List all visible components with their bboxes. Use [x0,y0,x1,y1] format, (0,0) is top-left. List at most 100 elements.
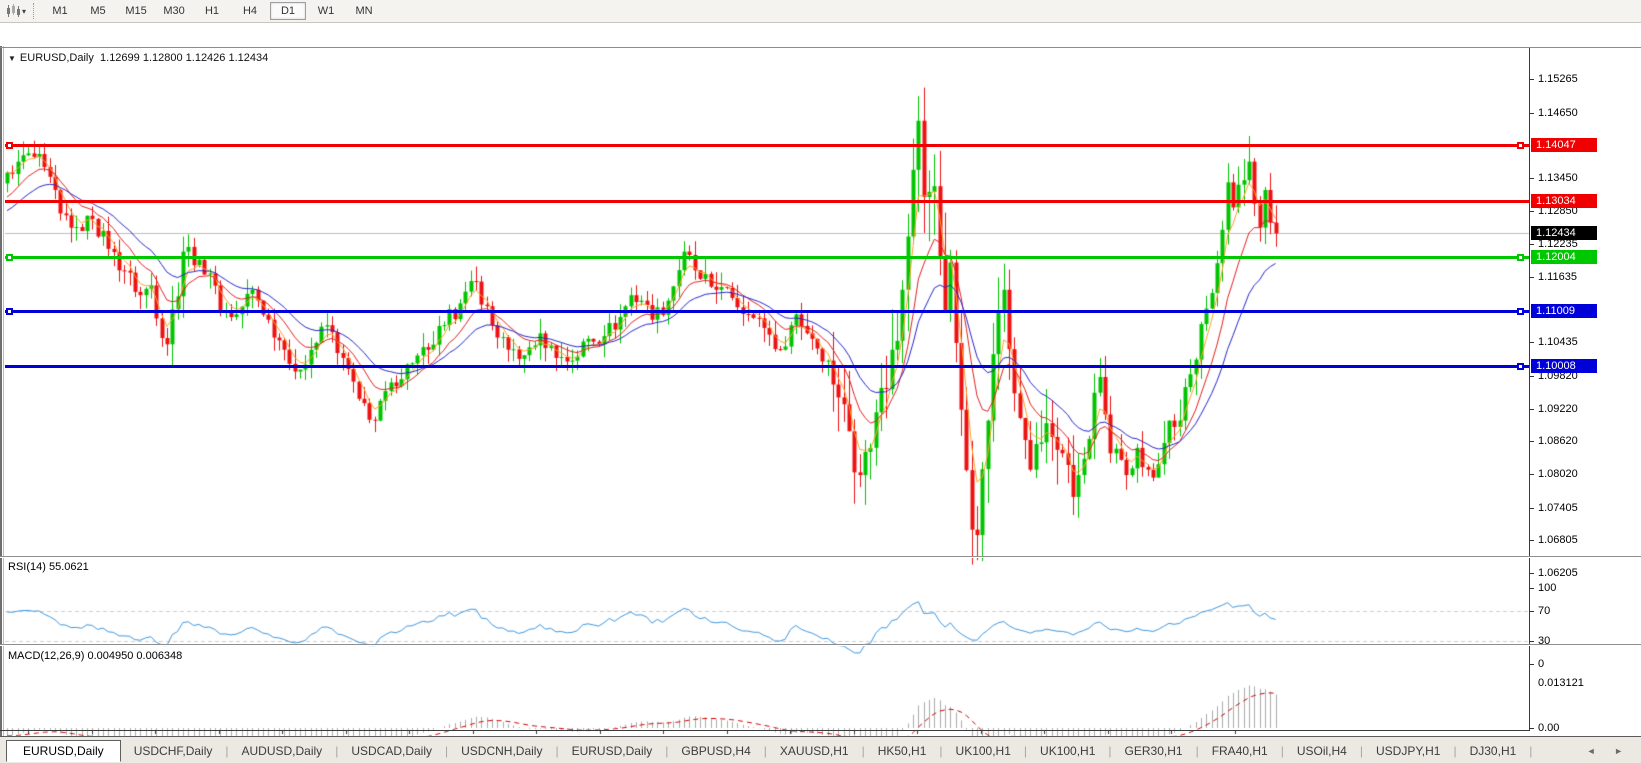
price-tick-label: 1.06205 [1538,567,1578,579]
level-line-1-12004[interactable] [5,256,1529,259]
price-tick-mark [1529,211,1534,212]
timeframe-mn[interactable]: MN [346,2,382,20]
tab-15-dj30-h1[interactable]: DJ30,H1 [1457,741,1530,761]
symbol-name: EURUSD,Daily [20,52,94,64]
window-left-border [0,46,2,758]
price-tick-mark [1529,342,1534,343]
price-tick-label: 1.09220 [1538,403,1578,415]
level-end-marker [1517,363,1524,370]
price-label-1-11009: 1.11009 [1531,304,1597,318]
rsi-axis-70: 70 [1538,605,1550,617]
chart-title: ▼ EURUSD,Daily 1.12699 1.12800 1.12426 1.… [8,52,268,64]
tab-2-audusd-daily[interactable]: AUDUSD,Daily [229,741,336,761]
price-tick-mark [1529,474,1534,475]
tab-0-eurusd-daily[interactable]: EURUSD,Daily [6,740,121,762]
timeframe-m30[interactable]: M30 [156,2,192,20]
tab-14-usdjpy-h1[interactable]: USDJPY,H1 [1363,741,1453,761]
price-tick-mark [1529,113,1534,114]
tab-12-fra40-h1[interactable]: FRA40,H1 [1199,741,1281,761]
tab-4-usdcnh-daily[interactable]: USDCNH,Daily [448,741,555,761]
level-line-1-13034[interactable] [5,200,1529,203]
rsi-indicator-label: RSI(14) 55.0621 [8,561,89,573]
price-tick-mark [1529,244,1534,245]
price-tick-label: 1.07405 [1538,502,1578,514]
macd-axis-0-013121: 0.013121 [1538,677,1584,689]
level-line-1-11009[interactable] [5,310,1529,313]
symbol-dropdown-icon[interactable]: ▼ [8,54,16,63]
price-tick-mark [1529,573,1534,574]
timeframe-d1[interactable]: D1 [270,2,306,20]
tab-1-usdchf-daily[interactable]: USDCHF,Daily [121,741,226,761]
timeframe-m1[interactable]: M1 [42,2,78,20]
timeframe-m5[interactable]: M5 [80,2,116,20]
time-axis-line [0,730,1530,731]
price-tick-mark [1529,441,1534,442]
rsi-tick-mark [1529,588,1534,589]
price-tick-mark [1529,376,1534,377]
mt4-window: ▾ M1M5M15M30H1H4D1W1MN ▼ EURUSD,Daily 1.1… [0,0,1641,763]
tab-bar: EURUSD,DailyUSDCHF,Daily|AUDUSD,Daily|US… [0,736,1641,763]
price-tick-mark [1529,409,1534,410]
price-tick-mark [1529,508,1534,509]
tab-13-usoil-h4[interactable]: USOil,H4 [1284,741,1360,761]
price-label-1-13034: 1.13034 [1531,194,1597,208]
level-end-marker [1517,142,1524,149]
pane-separator-rsi[interactable] [0,556,1641,558]
chart-top-border [0,47,1641,48]
macd-indicator-label: MACD(12,26,9) 0.004950 0.006348 [8,650,182,662]
price-tick-label: 1.08620 [1538,435,1578,447]
quote-ohlc: 1.12699 1.12800 1.12426 1.12434 [100,52,268,64]
price-tick-mark [1529,79,1534,80]
price-tick-mark [1529,178,1534,179]
price-tick-label: 1.08020 [1538,468,1578,480]
rsi-axis-0: 0 [1538,658,1544,670]
chart-type-dropdown-caret-icon[interactable]: ▾ [22,7,26,16]
window-left-border-inner [3,46,4,758]
price-tick-label: 1.14650 [1538,107,1578,119]
rsi-axis-30: 30 [1538,635,1550,647]
tab-scroll-arrows[interactable]: ◄ ► [1587,746,1631,756]
price-tick-label: 1.06805 [1538,534,1578,546]
chart-window: ▼ EURUSD,Daily 1.12699 1.12800 1.12426 1.… [0,23,1641,735]
price-tick-mark [1529,540,1534,541]
timeframe-m15[interactable]: M15 [118,2,154,20]
price-label-1-10008: 1.10008 [1531,359,1597,373]
price-label-1-14047: 1.14047 [1531,138,1597,152]
tab-8-hk50-h1[interactable]: HK50,H1 [865,741,940,761]
level-end-marker [6,254,13,261]
level-end-marker [1517,254,1524,261]
level-end-marker [6,142,13,149]
timeframe-h4[interactable]: H4 [232,2,268,20]
tab-11-ger30-h1[interactable]: GER30,H1 [1112,741,1196,761]
price-chart-canvas[interactable] [0,23,1641,763]
rsi-tick-mark [1529,664,1534,665]
chart-type-icon[interactable] [4,3,22,19]
tab-9-uk100-h1[interactable]: UK100,H1 [943,741,1024,761]
pane-separator-macd[interactable] [0,644,1641,646]
macd-tick-mark [1529,728,1534,729]
level-line-1-14047[interactable] [5,144,1529,147]
price-axis-line [1529,48,1530,731]
level-line-1-10008[interactable] [5,365,1529,368]
timeframe-w1[interactable]: W1 [308,2,344,20]
timeframe-h1[interactable]: H1 [194,2,230,20]
timeframe-buttons: M1M5M15M30H1H4D1W1MN [41,2,383,20]
price-tick-label: 1.11635 [1538,271,1577,283]
price-label-1-12434: 1.12434 [1531,226,1597,240]
timeframe-toolbar: ▾ M1M5M15M30H1H4D1W1MN [0,0,1641,23]
toolbar-grip [33,3,34,19]
price-tick-label: 1.15265 [1538,73,1578,85]
tab-10-uk100-h1[interactable]: UK100,H1 [1027,741,1108,761]
price-label-1-12004: 1.12004 [1531,250,1597,264]
macd-axis-0-00: 0.00 [1538,722,1559,734]
rsi-tick-mark [1529,611,1534,612]
price-tick-label: 1.10435 [1538,336,1578,348]
price-tick-label: 1.13450 [1538,172,1578,184]
price-tick-mark [1529,277,1534,278]
tab-7-xauusd-h1[interactable]: XAUUSD,H1 [767,741,862,761]
tab-3-usdcad-daily[interactable]: USDCAD,Daily [338,741,445,761]
level-end-marker [6,308,13,315]
tab-5-eurusd-daily[interactable]: EURUSD,Daily [559,741,666,761]
tab-6-gbpusd-h4[interactable]: GBPUSD,H4 [668,741,763,761]
level-end-marker [1517,308,1524,315]
